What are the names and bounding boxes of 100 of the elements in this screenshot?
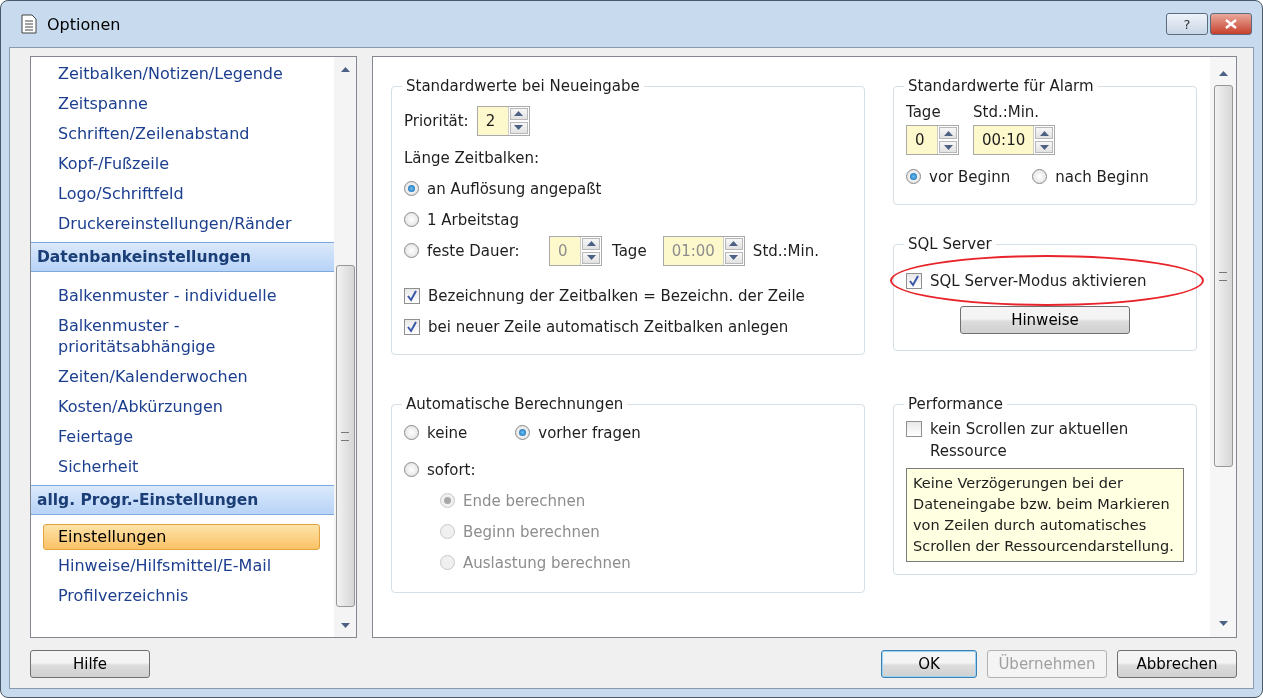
radio-label: Ende berechnen [463,491,586,510]
group-title: Standardwerte für Alarm [907,77,1095,95]
field-label: Std.:Min. [973,103,1041,121]
window-title: Optionen [47,14,121,34]
scrollbar[interactable] [1210,57,1236,637]
spin-down-button[interactable] [939,141,957,153]
up-arrow-icon [729,241,739,246]
up-arrow-icon [586,241,596,246]
sidebar-item[interactable]: Kosten/Abkürzungen [32,392,333,422]
sidebar-item[interactable]: Hinweise/Hilfsmittel/E-Mail [32,551,333,581]
radio-button[interactable] [1032,169,1048,184]
grip-icon [341,431,349,441]
down-arrow-icon [340,622,350,628]
checkbox-label: SQL Server-Modus aktivieren [930,271,1147,290]
radio-label: vor Beginn [929,167,1011,186]
spin-up-button[interactable] [582,237,600,250]
sidebar-item[interactable]: Druckereinstellungen/Ränder [32,209,333,239]
radio-button[interactable] [404,462,419,477]
down-arrow-icon [514,125,524,130]
number-field[interactable]: 00:10 [974,126,1034,154]
close-icon [1225,19,1237,29]
radio-button[interactable] [404,425,419,440]
sidebar-item[interactable]: Schriften/Zeilenabstand [32,119,333,149]
checkbox[interactable] [906,272,922,289]
radio-label: feste Dauer: [427,241,521,260]
group-title: Automatische Berechnungen [405,395,625,413]
radio-button[interactable] [906,169,921,184]
grip-icon [1219,271,1227,281]
sidebar-item[interactable]: Zeitspanne [32,89,333,119]
sidebar-item[interactable]: Zeitbalken/Notizen/Legende [32,59,333,89]
up-arrow-icon [943,130,953,136]
radio-button[interactable] [404,212,419,227]
radio-label: 1 Arbeitstag [427,210,519,229]
spin-field[interactable]: 00:10 [973,125,1056,155]
radio-label: Auslastung berechnen [463,553,631,572]
spin-field[interactable]: 2 [476,105,530,136]
checkbox-label: Bezeichnung der Zeitbalken = Bezeichn. der Zeile [428,286,805,305]
up-arrow-icon [340,66,350,72]
number-field[interactable]: 2 [477,106,508,135]
scrollbar-thumb[interactable] [1213,85,1233,467]
number-field[interactable]: 0 [907,126,937,154]
info-note: Keine Verzögerungen bei der Dateneingabe bzw. beim Markieren von Zeilen durch automatisches Scrollen der Ressourcendarstellung. [906,468,1184,562]
hints-button[interactable]: Hinweise [960,306,1130,334]
help-button[interactable]: Hilfe [30,650,150,678]
sidebar-item[interactable]: Einstellungen [43,524,320,550]
down-arrow-icon [729,255,739,260]
spin-down-button[interactable] [724,251,743,264]
sidebar-item[interactable]: Kopf-/Fußzeile [32,149,333,179]
up-arrow-icon [514,111,524,116]
down-arrow-icon [1039,144,1049,150]
field-label: Tage [906,103,942,121]
sidebar-item[interactable]: Logo/Schriftfeld [32,179,333,209]
unit-label: Std.:Min. [752,241,819,260]
radio-button[interactable] [515,425,531,440]
down-arrow-icon [943,144,953,150]
section-header[interactable]: Datenbankeinstellungen [31,242,334,272]
radio-button[interactable] [404,243,419,258]
checkbox-label: bei neuer Zeile automatisch Zeitbalken anlegen [428,317,789,336]
sidebar-item[interactable]: Zeiten/Kalenderwochen [32,362,333,392]
radio-label: vorher fragen [538,423,641,442]
scrollbar[interactable] [334,57,356,637]
spin-down-button[interactable] [582,251,600,264]
section-header[interactable]: allg. Progr.-Einstellungen [31,485,334,515]
spin-down-button[interactable] [509,121,528,134]
sidebar-item[interactable]: Sicherheit [32,452,333,482]
spin-up-button[interactable] [509,107,528,120]
checkbox[interactable] [404,318,420,335]
sidebar-item[interactable]: Profilverzeichnis [32,581,333,611]
spin-up-button[interactable] [939,127,957,139]
radio-label: nach Beginn [1055,167,1149,186]
close-button[interactable] [1210,13,1252,35]
up-arrow-icon [1218,70,1228,76]
spin-up-button[interactable] [724,237,743,250]
up-arrow-icon [1039,130,1049,136]
radio-label: an Auflösung angepaßt [427,179,602,198]
help-button[interactable]: ? [1166,13,1208,35]
sidebar-item[interactable]: Feiertage [32,422,333,452]
document-icon [21,14,37,34]
scrollbar-thumb[interactable] [335,265,355,607]
field-label: Länge Zeitbalken: [404,148,539,167]
group-title: Performance [907,395,1005,413]
radio-button[interactable] [404,181,419,196]
radio-label: Beginn berechnen [463,522,600,541]
dialog-button[interactable]: Abbrechen [1117,650,1237,678]
group-title: Standardwerte bei Neueingabe [405,77,641,95]
spin-up-button[interactable] [1035,127,1054,139]
spin-down-button[interactable] [1035,141,1054,153]
checkbox-label: kein Scrollen zur aktuellen Ressource [930,419,1130,462]
checkbox[interactable] [906,421,922,437]
radio-label: keine [427,423,468,442]
spin-field[interactable]: 0 [906,125,959,155]
checkbox[interactable] [404,287,420,304]
radio-label: sofort: [427,460,476,479]
field-label: Priorität: [404,111,469,130]
down-arrow-icon [1218,620,1228,626]
sidebar-item[interactable]: Balkenmuster - prioritätsabhängige [32,311,333,362]
down-arrow-icon [586,255,596,260]
dialog-button[interactable]: OK [881,650,977,678]
group-title: SQL Server [907,235,993,253]
sidebar-item[interactable]: Balkenmuster - individuelle [32,281,333,311]
